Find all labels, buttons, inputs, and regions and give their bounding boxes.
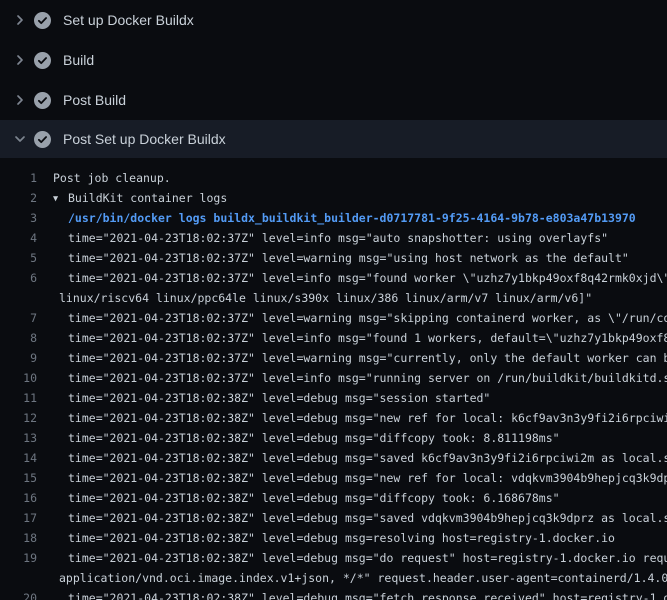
check-circle-icon: [34, 92, 51, 109]
step-row-set-up-docker-buildx[interactable]: Set up Docker Buildx: [0, 0, 667, 40]
chevron-right-icon[interactable]: [12, 92, 28, 108]
log-line: 7time="2021-04-23T18:02:37Z" level=warni…: [0, 308, 667, 328]
log-text: time="2021-04-23T18:02:38Z" level=debug …: [37, 428, 560, 448]
line-number[interactable]: 20: [0, 588, 37, 600]
log-text: time="2021-04-23T18:02:38Z" level=debug …: [37, 528, 615, 548]
log-command-text: /usr/bin/docker logs buildx_buildkit_bui…: [37, 208, 636, 228]
check-circle-icon: [34, 52, 51, 69]
log-text: time="2021-04-23T18:02:37Z" level=warnin…: [37, 308, 667, 328]
log-text: application/vnd.oci.image.index.v1+json,…: [37, 568, 667, 588]
log-line: 20time="2021-04-23T18:02:38Z" level=debu…: [0, 588, 667, 600]
chevron-right-icon[interactable]: [12, 52, 28, 68]
line-number[interactable]: 4: [0, 228, 37, 248]
line-number: [0, 288, 37, 308]
log-line: 13time="2021-04-23T18:02:38Z" level=debu…: [0, 428, 667, 448]
log-line: 1Post job cleanup.: [0, 168, 667, 188]
log-line: 11time="2021-04-23T18:02:38Z" level=debu…: [0, 388, 667, 408]
log-text: time="2021-04-23T18:02:37Z" level=info m…: [37, 228, 608, 248]
check-circle-icon: [34, 12, 51, 29]
log-text: time="2021-04-23T18:02:38Z" level=debug …: [37, 488, 560, 508]
log-line-continuation: linux/riscv64 linux/ppc64le linux/s390x …: [0, 288, 667, 308]
log-line: 10time="2021-04-23T18:02:37Z" level=info…: [0, 368, 667, 388]
line-number[interactable]: 6: [0, 268, 37, 288]
log-text: time="2021-04-23T18:02:37Z" level=info m…: [37, 368, 667, 388]
log-text: time="2021-04-23T18:02:37Z" level=warnin…: [37, 248, 629, 268]
log-line: 3/usr/bin/docker logs buildx_buildkit_bu…: [0, 208, 667, 228]
log-line: 17time="2021-04-23T18:02:38Z" level=debu…: [0, 508, 667, 528]
log-line: 4time="2021-04-23T18:02:37Z" level=info …: [0, 228, 667, 248]
line-number[interactable]: 2: [0, 188, 37, 208]
line-number[interactable]: 10: [0, 368, 37, 388]
log-line: 18time="2021-04-23T18:02:38Z" level=debu…: [0, 528, 667, 548]
log-text: time="2021-04-23T18:02:38Z" level=debug …: [37, 408, 667, 428]
step-row-post-build[interactable]: Post Build: [0, 80, 667, 120]
log-text: time="2021-04-23T18:02:38Z" level=debug …: [37, 448, 667, 468]
log-text: time="2021-04-23T18:02:38Z" level=debug …: [37, 548, 667, 568]
line-number: [0, 568, 37, 588]
chevron-right-icon[interactable]: [12, 12, 28, 28]
log-text: time="2021-04-23T18:02:37Z" level=info m…: [37, 268, 667, 288]
line-number[interactable]: 16: [0, 488, 37, 508]
log-line: 14time="2021-04-23T18:02:38Z" level=debu…: [0, 448, 667, 468]
line-number[interactable]: 14: [0, 448, 37, 468]
log-line: 8time="2021-04-23T18:02:37Z" level=info …: [0, 328, 667, 348]
log-text: linux/riscv64 linux/ppc64le linux/s390x …: [37, 288, 592, 308]
line-number[interactable]: 3: [0, 208, 37, 228]
step-row-build[interactable]: Build: [0, 40, 667, 80]
line-number[interactable]: 11: [0, 388, 37, 408]
group-title: BuildKit container logs: [68, 191, 227, 205]
log-line: 5time="2021-04-23T18:02:37Z" level=warni…: [0, 248, 667, 268]
step-label: Post Set up Docker Buildx: [63, 131, 226, 147]
line-number[interactable]: 8: [0, 328, 37, 348]
group-collapse-icon[interactable]: ▼: [53, 189, 68, 209]
actions-log-viewer: Set up Docker Buildx Build Post Build: [0, 0, 667, 600]
log-text: ▼BuildKit container logs: [37, 188, 227, 208]
log-line: 2▼BuildKit container logs: [0, 188, 667, 208]
line-number[interactable]: 1: [0, 168, 37, 188]
step-label: Build: [63, 52, 94, 68]
line-number[interactable]: 17: [0, 508, 37, 528]
log-text: time="2021-04-23T18:02:37Z" level=warnin…: [37, 348, 667, 368]
log-line: 19time="2021-04-23T18:02:38Z" level=debu…: [0, 548, 667, 568]
log-line: 15time="2021-04-23T18:02:38Z" level=debu…: [0, 468, 667, 488]
log-text: time="2021-04-23T18:02:38Z" level=debug …: [37, 388, 490, 408]
line-number[interactable]: 9: [0, 348, 37, 368]
check-circle-icon: [34, 131, 51, 148]
line-number[interactable]: 18: [0, 528, 37, 548]
log-text: time="2021-04-23T18:02:38Z" level=debug …: [37, 508, 667, 528]
log-text: Post job cleanup.: [37, 168, 171, 188]
step-row-post-set-up-docker-buildx[interactable]: Post Set up Docker Buildx: [0, 120, 667, 158]
log-area: 1Post job cleanup.2▼BuildKit container l…: [0, 158, 667, 600]
line-number[interactable]: 5: [0, 248, 37, 268]
line-number[interactable]: 15: [0, 468, 37, 488]
log-line-continuation: application/vnd.oci.image.index.v1+json,…: [0, 568, 667, 588]
step-label: Set up Docker Buildx: [63, 12, 194, 28]
line-number[interactable]: 19: [0, 548, 37, 568]
log-line: 6time="2021-04-23T18:02:37Z" level=info …: [0, 268, 667, 288]
log-line: 12time="2021-04-23T18:02:38Z" level=debu…: [0, 408, 667, 428]
log-line: 16time="2021-04-23T18:02:38Z" level=debu…: [0, 488, 667, 508]
log-text: time="2021-04-23T18:02:38Z" level=debug …: [37, 468, 667, 488]
log-text: time="2021-04-23T18:02:37Z" level=info m…: [37, 328, 667, 348]
chevron-down-icon[interactable]: [12, 131, 28, 147]
step-label: Post Build: [63, 92, 126, 108]
line-number[interactable]: 12: [0, 408, 37, 428]
line-number[interactable]: 13: [0, 428, 37, 448]
step-list: Set up Docker Buildx Build Post Build: [0, 0, 667, 158]
log-text: time="2021-04-23T18:02:38Z" level=debug …: [37, 588, 667, 600]
line-number[interactable]: 7: [0, 308, 37, 328]
log-line: 9time="2021-04-23T18:02:37Z" level=warni…: [0, 348, 667, 368]
